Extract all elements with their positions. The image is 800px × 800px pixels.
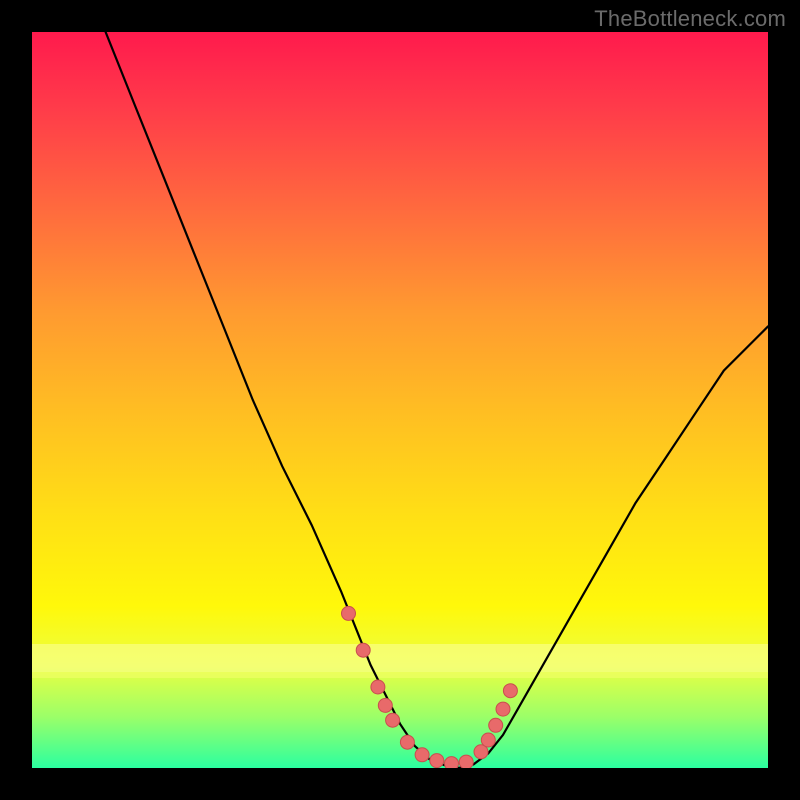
highlight-band-1: [32, 644, 768, 672]
watermark-text: TheBottleneck.com: [594, 6, 786, 32]
plot-area: [32, 32, 768, 768]
highlight-band-2: [32, 672, 768, 678]
chart-stage: TheBottleneck.com: [0, 0, 800, 800]
